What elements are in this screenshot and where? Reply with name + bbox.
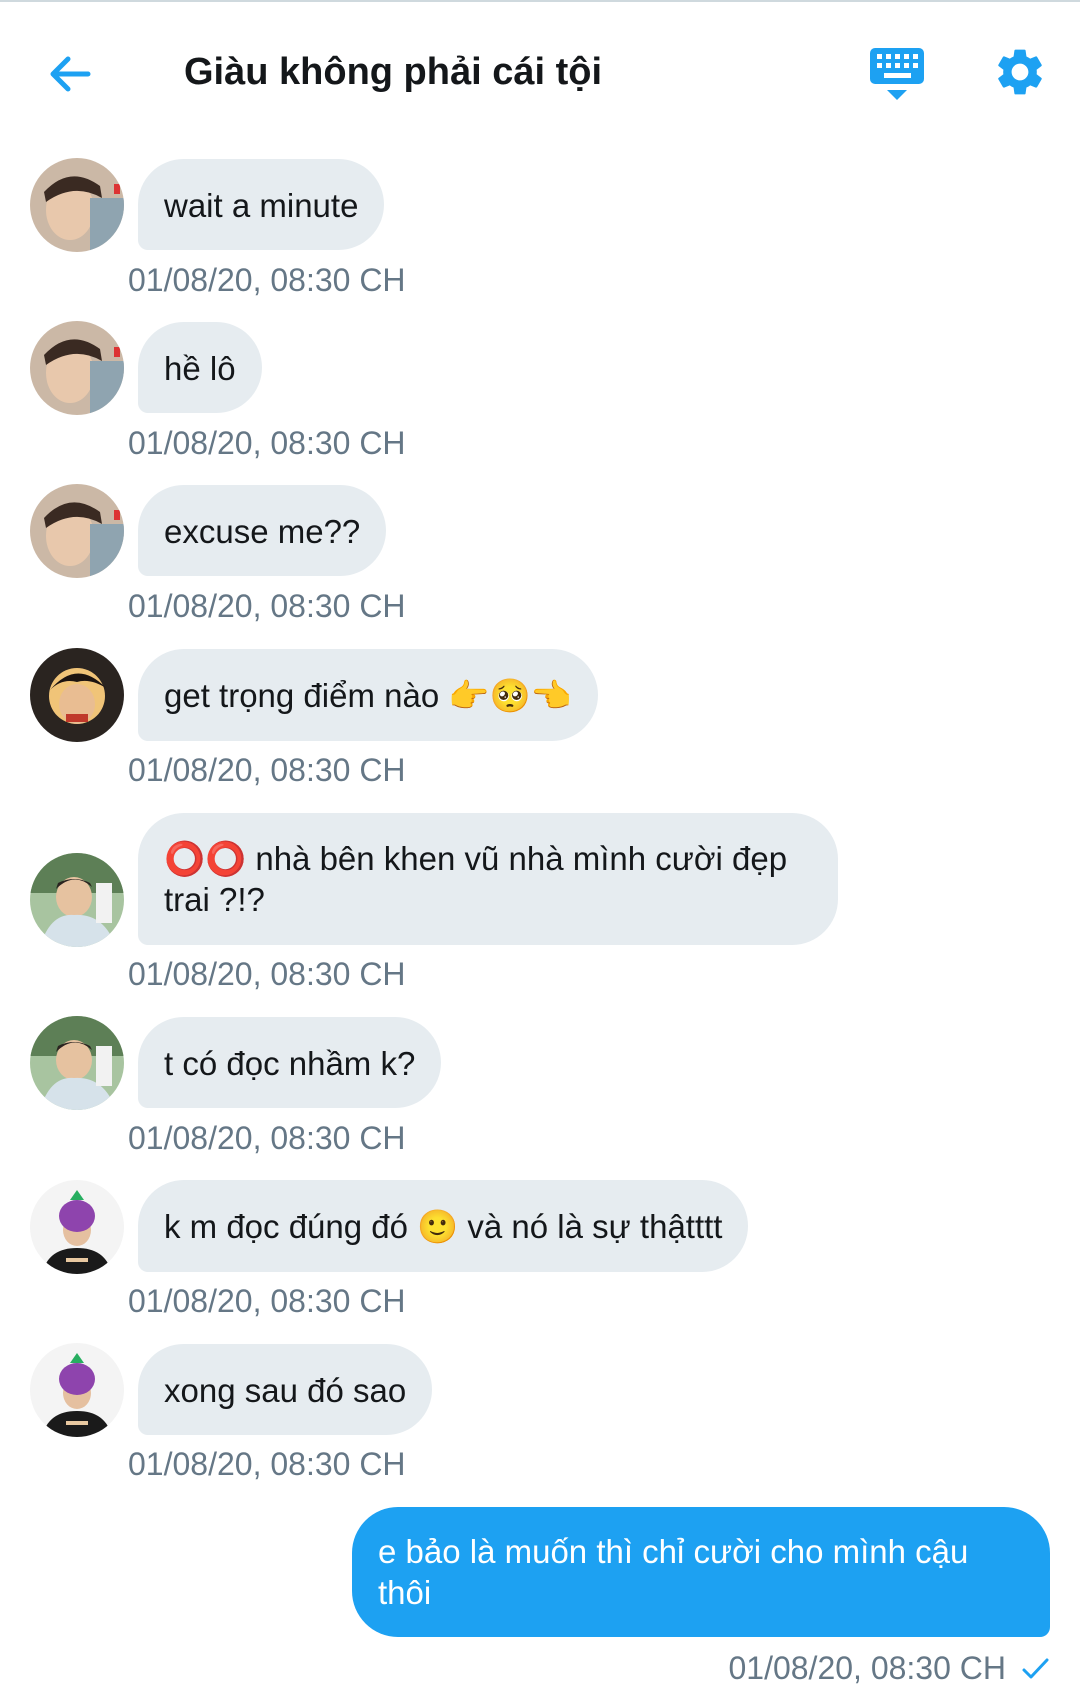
settings-button[interactable] — [992, 44, 1048, 100]
back-button[interactable] — [44, 48, 96, 100]
gear-icon — [998, 49, 1042, 95]
message-timestamp: 01/08/20, 08:30 CH — [128, 588, 406, 624]
avatar[interactable] — [30, 1343, 124, 1437]
outgoing-message-bubble[interactable]: e bảo là muốn thì chỉ cười cho mình cậu … — [352, 1507, 1050, 1637]
conversation-title: Giàu không phải cái tội — [184, 51, 603, 93]
message-text: excuse me?? — [164, 513, 361, 550]
arrow-left-icon — [50, 56, 91, 92]
message-text: e bảo là muốn thì chỉ cười cho mình cậu … — [378, 1533, 969, 1611]
message-bubble[interactable]: xong sau đó sao — [138, 1344, 433, 1435]
message-timestamp: 01/08/20, 08:30 CH — [128, 1120, 406, 1156]
keyboard-button[interactable] — [868, 44, 926, 104]
avatar[interactable] — [30, 853, 124, 947]
message-bubble[interactable]: excuse me?? — [138, 485, 387, 576]
checkmark-icon — [1022, 1658, 1049, 1678]
message-timestamp: 01/08/20, 08:30 CH — [128, 262, 406, 298]
avatar[interactable] — [30, 321, 124, 415]
keyboard-icon — [870, 48, 924, 100]
conversation-header: Giàu không phải cái tội — [0, 0, 1080, 150]
avatar[interactable] — [30, 648, 124, 742]
message-timestamp: 01/08/20, 08:30 CH — [728, 1650, 1006, 1686]
message-bubble[interactable]: get trọng điểm nào 👉🥺👈 — [138, 649, 598, 741]
avatar[interactable] — [30, 158, 124, 252]
message-text: k m đọc đúng đó 🙂 và nó là sự thậtttt — [164, 1208, 723, 1245]
message-bubble[interactable]: ⭕⭕ nhà bên khen vũ nhà mình cười đẹp tra… — [138, 813, 838, 945]
message-timestamp: 01/08/20, 08:30 CH — [128, 1283, 406, 1319]
message-timestamp: 01/08/20, 08:30 CH — [128, 752, 406, 788]
avatar[interactable] — [30, 1180, 124, 1274]
message-bubble[interactable]: k m đọc đúng đó 🙂 và nó là sự thậtttt — [138, 1180, 749, 1272]
message-text: hề lô — [164, 350, 236, 387]
avatar[interactable] — [30, 484, 124, 578]
message-timestamp: 01/08/20, 08:30 CH — [128, 956, 406, 992]
outgoing-message-timestamp: 01/08/20, 08:30 CH — [728, 1650, 1050, 1687]
message-text: t có đọc nhầm k? — [164, 1045, 416, 1082]
message-bubble[interactable]: t có đọc nhầm k? — [138, 1017, 442, 1108]
message-text: xong sau đó sao — [164, 1372, 407, 1409]
message-text: get trọng điểm nào 👉🥺👈 — [164, 677, 572, 714]
message-text: wait a minute — [164, 187, 359, 224]
message-timestamp: 01/08/20, 08:30 CH — [128, 425, 406, 461]
message-text: ⭕⭕ nhà bên khen vũ nhà mình cười đẹp tra… — [164, 840, 788, 918]
message-timestamp: 01/08/20, 08:30 CH — [128, 1446, 406, 1482]
message-bubble[interactable]: wait a minute — [138, 159, 385, 250]
message-bubble[interactable]: hề lô — [138, 322, 262, 413]
avatar[interactable] — [30, 1016, 124, 1110]
